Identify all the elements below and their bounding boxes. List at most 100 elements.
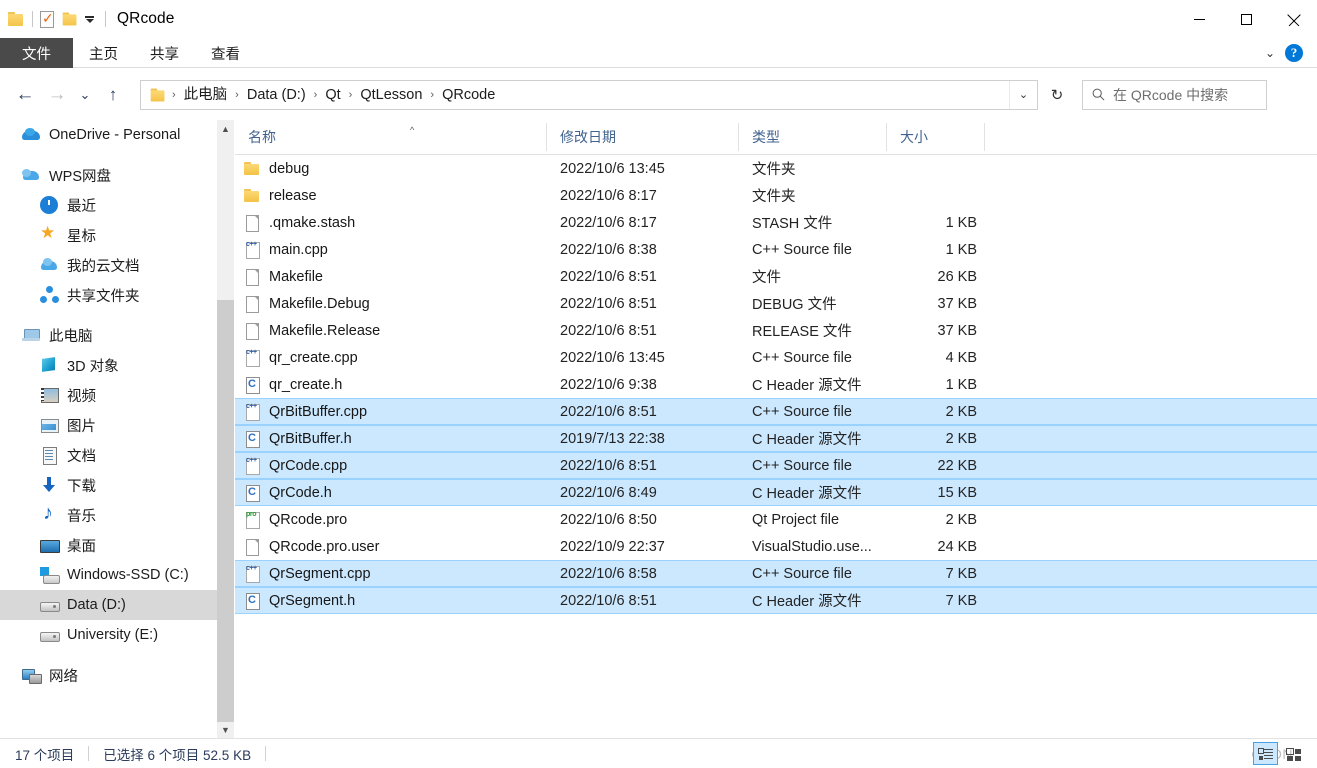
table-row[interactable]: QrBitBuffer.h 2019/7/13 22:38 C Header 源文件… (235, 425, 1317, 452)
breadcrumb-separator: › (235, 88, 239, 101)
table-row[interactable]: QrSegment.cpp 2022/10/6 8:58 C++ Source fi… (235, 560, 1317, 587)
up-button[interactable]: ↑ (98, 80, 128, 110)
sidebar-item-15[interactable]: Data (D:) (0, 590, 217, 620)
sidebar-item-17[interactable]: 网络 (0, 660, 217, 690)
sidebar-item-3[interactable]: 星标 (0, 220, 217, 250)
sidebar-item-label: 桌面 (67, 538, 96, 555)
breadcrumb-item-3[interactable]: QtLesson (355, 81, 427, 109)
scroll-down-icon[interactable]: ▼ (217, 721, 234, 738)
sidebar-item-12[interactable]: 音乐 (0, 500, 217, 530)
3d-objects-icon (40, 356, 58, 374)
sidebar-item-label: 文档 (67, 448, 96, 465)
sidebar-item-5[interactable]: 共享文件夹 (0, 280, 217, 310)
sidebar-item-9[interactable]: 图片 (0, 410, 217, 440)
table-row[interactable]: QRcode.pro.user 2022/10/9 22:37 VisualStud… (235, 533, 1317, 560)
new-folder-icon[interactable] (62, 12, 79, 26)
table-row[interactable]: QrBitBuffer.cpp 2022/10/6 8:51 C++ Source … (235, 398, 1317, 425)
nav-group-gap (0, 150, 217, 160)
file-name-label: qr_create.h (269, 376, 343, 393)
details-view-button[interactable] (1253, 742, 1278, 765)
search-box[interactable]: 在 QRcode 中搜索 (1082, 79, 1267, 110)
file-type-cell: C++ Source file (752, 457, 852, 474)
table-row[interactable]: QrCode.h 2022/10/6 8:49 C Header 源文件 15 KB (235, 479, 1317, 506)
sidebar-item-14[interactable]: Windows-SSD (C:) (0, 560, 217, 590)
sidebar-item-label: 下载 (67, 478, 96, 495)
sidebar-item-7[interactable]: 3D 对象 (0, 350, 217, 380)
forward-button[interactable]: → (42, 80, 72, 110)
column-header-date[interactable]: 修改日期 (547, 123, 739, 151)
recent-locations-button[interactable]: ⌄ (74, 80, 96, 110)
breadcrumb-separator: › (430, 88, 435, 101)
generic-file-icon (243, 214, 260, 232)
maximize-icon (1241, 13, 1252, 25)
chevron-down-icon[interactable]: ⌄ (1009, 80, 1037, 109)
sidebar-item-10[interactable]: 文档 (0, 440, 217, 470)
table-row[interactable]: Makefile.Debug 2022/10/6 8:51 DEBUG 文件 37 K… (235, 290, 1317, 317)
table-row[interactable]: QRcode.pro 2022/10/6 8:50 Qt Project file 2… (235, 506, 1317, 533)
tab-home[interactable]: 主页 (73, 38, 134, 68)
file-name-cell: main.cpp (235, 241, 547, 259)
help-button[interactable]: ? (1285, 44, 1303, 62)
nav-group-gap (0, 650, 217, 660)
file-type-cell: C Header 源文件 (752, 432, 862, 448)
nav-group-gap (0, 310, 217, 320)
file-type-cell: STASH 文件 (752, 216, 833, 232)
table-row[interactable]: qr_create.h 2022/10/6 9:38 C Header 源文件 1 K… (235, 371, 1317, 398)
table-row[interactable]: Makefile.Release 2022/10/6 8:51 RELEASE 文件… (235, 317, 1317, 344)
close-button[interactable] (1270, 0, 1317, 38)
tab-share[interactable]: 共享 (134, 38, 195, 68)
close-icon (1287, 13, 1300, 26)
large-icons-view-button[interactable] (1281, 742, 1306, 765)
file-type-cell: DEBUG 文件 (752, 297, 837, 313)
table-row[interactable]: QrSegment.h 2022/10/6 8:51 C Header 源文件 7 K… (235, 587, 1317, 614)
sidebar-item-8[interactable]: 视频 (0, 380, 217, 410)
file-date-cell: 2022/10/6 13:45 (560, 349, 665, 366)
sidebar-item-4[interactable]: 我的云文档 (0, 250, 217, 280)
refresh-button[interactable]: ↻ (1042, 80, 1072, 110)
table-row[interactable]: QrCode.cpp 2022/10/6 8:51 C++ Source file 2… (235, 452, 1317, 479)
table-row[interactable]: Makefile 2022/10/6 8:51 文件 26 KB (235, 263, 1317, 290)
nav-pane-scrollbar[interactable]: ▲ ▼ (217, 120, 234, 738)
customize-caret-icon[interactable] (85, 15, 94, 23)
back-button[interactable]: ← (10, 80, 40, 110)
scroll-up-icon[interactable]: ▲ (217, 120, 234, 137)
file-type-cell: VisualStudio.use... (752, 538, 872, 555)
maximize-button[interactable] (1223, 0, 1270, 38)
breadcrumb-item-1[interactable]: Data (D:) (242, 81, 311, 109)
table-row[interactable]: release 2022/10/6 8:17 文件夹 (235, 182, 1317, 209)
sidebar-item-6[interactable]: 此电脑 (0, 320, 217, 350)
file-date-cell: 2022/10/6 8:51 (560, 295, 657, 312)
sidebar-item-11[interactable]: 下载 (0, 470, 217, 500)
column-label: 修改日期 (560, 129, 616, 145)
column-header-name[interactable]: 名称 ^ (235, 123, 547, 151)
sidebar-item-0[interactable]: OneDrive - Personal (0, 120, 217, 150)
breadcrumb-item-2[interactable]: Qt (320, 81, 345, 109)
minimize-button[interactable] (1176, 0, 1223, 38)
tab-file[interactable]: 文件 (0, 38, 73, 68)
sidebar-item-2[interactable]: 最近 (0, 190, 217, 220)
sidebar-item-1[interactable]: WPS网盘 (0, 160, 217, 190)
breadcrumb-separator: › (313, 88, 318, 101)
column-header-type[interactable]: 类型 (739, 123, 887, 151)
table-row[interactable]: qr_create.cpp 2022/10/6 13:45 C++ Source f… (235, 344, 1317, 371)
pictures-icon (40, 416, 59, 434)
documents-icon (40, 446, 58, 465)
search-input[interactable]: 在 QRcode 中搜索 (1113, 85, 1228, 105)
file-size-cell: 7 KB (945, 565, 977, 582)
breadcrumb-item-4[interactable]: QRcode (437, 81, 500, 109)
chevron-down-icon[interactable]: ⌄ (1255, 46, 1285, 60)
breadcrumb-bar[interactable]: › 此电脑 › Data (D:) › Qt › QtLesson › QRco… (140, 79, 1038, 110)
column-header-size[interactable]: 大小 (887, 123, 985, 151)
sidebar-item-16[interactable]: University (E:) (0, 620, 217, 650)
sidebar-item-13[interactable]: 桌面 (0, 530, 217, 560)
scrollbar-thumb[interactable] (217, 300, 234, 722)
table-row[interactable]: debug 2022/10/6 13:45 文件夹 (235, 155, 1317, 182)
tab-view[interactable]: 查看 (195, 38, 256, 68)
file-type-cell: Qt Project file (752, 511, 840, 528)
properties-doc-icon[interactable] (40, 10, 54, 28)
table-row[interactable]: .qmake.stash 2022/10/6 8:17 STASH 文件 1 KB (235, 209, 1317, 236)
table-row[interactable]: main.cpp 2022/10/6 8:38 C++ Source file 1 K… (235, 236, 1317, 263)
breadcrumb-item-0[interactable]: 此电脑 (179, 81, 233, 109)
file-name-label: QRcode.pro (269, 511, 348, 528)
file-type-cell: C++ Source file (752, 565, 852, 582)
